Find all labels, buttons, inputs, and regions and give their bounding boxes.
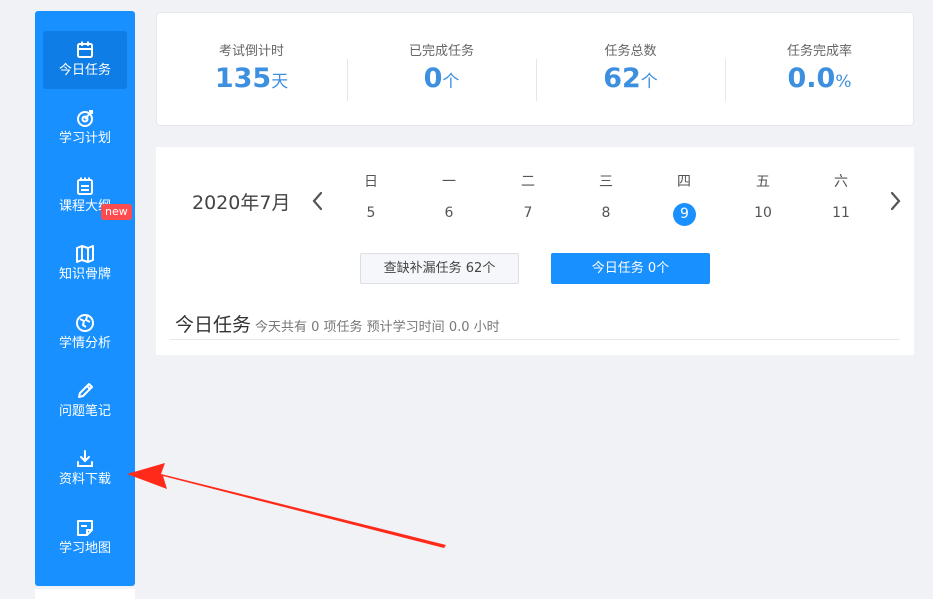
today-tasks-button[interactable]: 今日任务 0个 <box>551 253 710 284</box>
date-number: 11 <box>832 205 850 221</box>
map-icon <box>76 245 94 263</box>
section-header: 今日任务 今天共有 0 项任务 预计学习时间 0.0 小时 <box>175 310 500 337</box>
weekday-label: 五 <box>756 174 770 190</box>
pencil-icon <box>78 383 93 398</box>
sticky-map-icon <box>77 520 93 536</box>
sidebar-item-label: 学习地图 <box>58 541 111 556</box>
stats-card: 考试倒计时 135天 已完成任务 0个 任务总数 62个 任务完成率 0.0% <box>156 12 914 126</box>
stat-value: 135天 <box>157 63 346 94</box>
stat-exam-countdown: 考试倒计时 135天 <box>157 13 346 125</box>
section-subtitle: 今天共有 0 项任务 预计学习时间 0.0 小时 <box>255 320 500 335</box>
globe-icon <box>76 314 94 332</box>
sidebar-item-question-notes[interactable]: 问题笔记 <box>43 372 127 430</box>
weekday-label: 三 <box>599 174 613 190</box>
date-number: 7 <box>523 205 533 221</box>
sidebar-item-label: 问题笔记 <box>58 404 111 419</box>
date-number: 10 <box>754 205 772 221</box>
sidebar-item-study-map[interactable]: 学习地图 <box>43 509 127 567</box>
stat-total-tasks: 任务总数 62个 <box>536 13 725 125</box>
stat-unit: 天 <box>271 72 289 92</box>
weekday-label: 二 <box>521 174 535 190</box>
sidebar-item-label: 学情分析 <box>58 336 111 351</box>
stat-completion-rate: 任务完成率 0.0% <box>725 13 914 125</box>
sidebar: 今日任务 学习计划 课程大纲 知识骨牌 学情分析 问题笔记 资料下载 学习地图 … <box>35 11 135 586</box>
sidebar-item-study-plan[interactable]: 学习计划 <box>43 99 127 157</box>
stat-unit: 个 <box>640 72 658 92</box>
calendar-icon <box>77 41 93 58</box>
stat-completed-tasks: 已完成任务 0个 <box>347 13 536 125</box>
sidebar-item-label: 学习计划 <box>58 131 111 146</box>
stat-number: 0 <box>423 63 443 94</box>
stat-unit: 个 <box>442 72 460 92</box>
section-title: 今日任务 <box>175 314 252 336</box>
stat-label: 已完成任务 <box>408 44 474 59</box>
stat-value: 0.0% <box>725 63 914 94</box>
stat-number: 62 <box>603 63 641 94</box>
weekday-label: 六 <box>834 174 848 190</box>
date-number-selected: 9 <box>673 203 696 226</box>
sidebar-item-label: 知识骨牌 <box>58 267 111 282</box>
sidebar-footer <box>35 589 135 599</box>
weekday-label: 日 <box>364 174 378 190</box>
month-title: 2020年7月 <box>192 192 291 214</box>
stat-label: 任务完成率 <box>786 44 852 59</box>
sidebar-item-label: 今日任务 <box>58 63 111 78</box>
sidebar-item-downloads[interactable]: 资料下载 <box>43 440 127 498</box>
download-icon <box>77 450 93 467</box>
divider <box>170 339 900 340</box>
stat-number: 0.0 <box>787 63 836 94</box>
sidebar-item-knowledge-cards[interactable]: 知识骨牌 <box>43 235 127 293</box>
calendar-card: 2020年7月 日 5 一 6 二 7 三 8 四 9 五 10 六 11 查缺… <box>156 147 914 355</box>
date-number: 6 <box>444 205 454 221</box>
missing-tasks-button[interactable]: 查缺补漏任务 62个 <box>360 253 519 284</box>
chevron-right-icon[interactable] <box>885 189 905 213</box>
stat-number: 135 <box>214 63 272 94</box>
target-icon <box>77 110 93 127</box>
chevron-left-icon[interactable] <box>308 189 328 213</box>
new-badge: new <box>101 204 132 220</box>
outline-icon <box>77 177 93 195</box>
sidebar-item-today-tasks[interactable]: 今日任务 <box>43 31 127 89</box>
stat-label: 任务总数 <box>604 44 657 59</box>
weekday-label: 一 <box>442 174 456 190</box>
weekday-label: 四 <box>677 174 691 190</box>
stat-unit: % <box>835 72 852 92</box>
sidebar-item-learning-analysis[interactable]: 学情分析 <box>43 304 127 362</box>
sidebar-item-label: 资料下载 <box>58 472 111 487</box>
date-number: 5 <box>366 205 376 221</box>
stat-label: 考试倒计时 <box>218 44 284 59</box>
stat-value: 0个 <box>347 63 536 94</box>
date-number: 8 <box>601 205 611 221</box>
stat-value: 62个 <box>536 63 725 94</box>
